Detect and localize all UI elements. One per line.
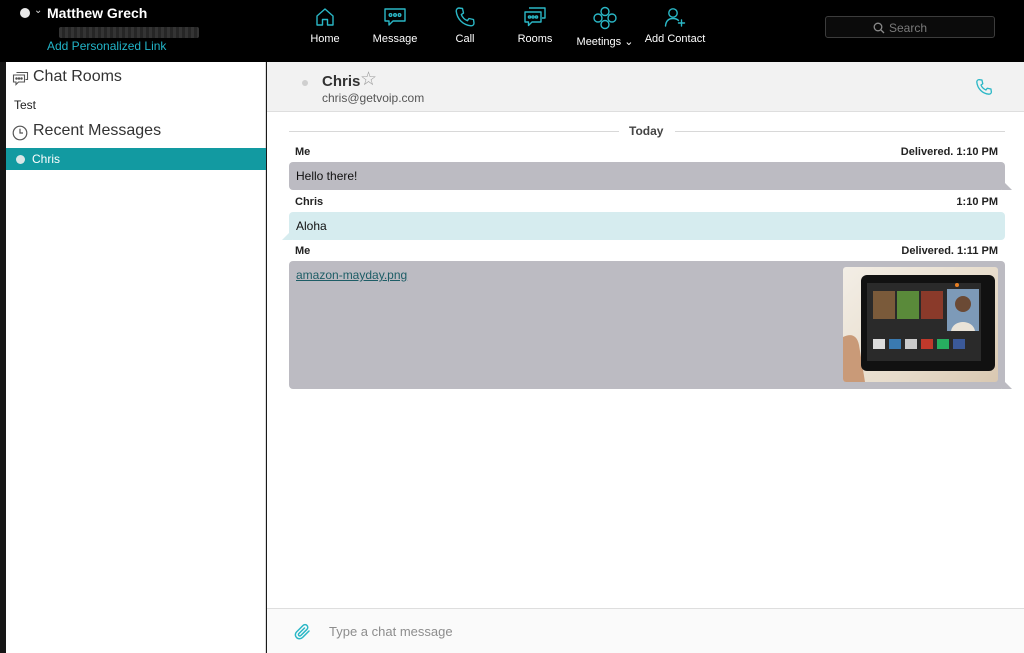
nav-message-label: Message — [372, 33, 418, 45]
message-meta: Me Delivered. 1:10 PM — [295, 146, 998, 160]
message-text: Aloha — [296, 219, 327, 233]
message-timestamp: Delivered. 1:11 PM — [901, 245, 998, 257]
paperclip-icon — [294, 623, 310, 640]
attachment-thumbnail[interactable] — [843, 267, 998, 382]
add-personalized-link[interactable]: Add Personalized Link — [47, 39, 166, 53]
chevron-down-icon[interactable]: ⌄ — [34, 5, 42, 16]
conversation-panel: Chris ☆ chris@getvoip.com Today Me Deliv… — [267, 62, 1024, 653]
message-timestamp: Delivered. 1:10 PM — [900, 146, 998, 158]
presence-status-icon[interactable] — [20, 8, 30, 18]
nav-call-label: Call — [455, 33, 475, 45]
nav-add-contact-label: Add Contact — [644, 33, 706, 45]
day-divider: Today — [289, 124, 1005, 138]
room-item-test[interactable]: Test — [14, 98, 36, 112]
add-contact-icon — [664, 8, 686, 27]
conversation-header: Chris ☆ chris@getvoip.com — [267, 62, 1024, 112]
nav-meetings[interactable]: Meetings ⌄ — [565, 4, 645, 58]
attachment-link[interactable]: amazon-mayday.png — [296, 268, 407, 282]
redacted-extension — [59, 27, 199, 38]
message-sender: Me — [295, 245, 311, 257]
phone-icon — [976, 78, 993, 95]
recent-messages-title: Recent Messages — [33, 122, 162, 139]
nav-meetings-label: Meetings ⌄ — [576, 36, 634, 48]
nav-home[interactable]: Home — [285, 4, 365, 58]
user-block: ⌄ Matthew Grech Add Personalized Link — [20, 5, 220, 57]
clock-icon — [12, 125, 28, 141]
bubble-tail — [1002, 180, 1012, 190]
recent-item-chris[interactable]: Chris — [6, 148, 266, 170]
bubble-tail — [1002, 379, 1012, 389]
top-bar: ⌄ Matthew Grech Add Personalized Link Ho… — [0, 0, 1024, 62]
chat-rooms-title: Chat Rooms — [33, 68, 122, 85]
tablet-image — [843, 275, 995, 382]
contact-name: Chris — [322, 73, 361, 90]
search-input[interactable]: Search — [825, 16, 995, 38]
nav-message[interactable]: Message — [355, 4, 435, 58]
sidebar: Chat Rooms Test Recent Messages Chris — [6, 62, 266, 653]
divider-line — [289, 131, 619, 132]
search-placeholder: Search — [889, 21, 928, 35]
rooms-icon — [524, 7, 546, 27]
message-timestamp: 1:10 PM — [956, 196, 998, 208]
divider-line — [675, 131, 1005, 132]
message-sender: Me — [295, 146, 311, 158]
home-icon — [316, 8, 334, 26]
message-icon — [384, 8, 406, 26]
nav-rooms-label: Rooms — [517, 33, 553, 45]
attach-file-button[interactable] — [294, 623, 312, 646]
message-text: Hello there! — [296, 169, 358, 183]
user-name[interactable]: Matthew Grech — [47, 5, 147, 21]
contact-presence-icon — [302, 80, 308, 86]
nav-add-contact[interactable]: Add Contact — [635, 4, 715, 58]
message-composer — [267, 608, 1024, 653]
nav-home-label: Home — [310, 33, 340, 45]
presence-dot-icon — [16, 155, 25, 164]
nav-call[interactable]: Call — [425, 4, 505, 58]
message-bubble[interactable]: Hello there! — [289, 162, 1012, 190]
message-meta: Chris 1:10 PM — [295, 196, 998, 210]
meetings-icon — [593, 6, 617, 30]
search-icon — [873, 22, 885, 34]
day-label: Today — [629, 124, 664, 138]
chat-message-input[interactable] — [329, 619, 969, 643]
contact-email: chris@getvoip.com — [322, 91, 425, 105]
recent-item-label: Chris — [32, 152, 61, 166]
chat-rooms-icon — [12, 71, 29, 86]
favorite-star-icon[interactable]: ☆ — [360, 70, 377, 89]
nav-rooms[interactable]: Rooms — [495, 4, 575, 58]
bubble-tail — [282, 230, 292, 240]
message-bubble[interactable]: amazon-mayday.png — [289, 261, 1012, 389]
call-contact-button[interactable] — [975, 78, 993, 101]
message-sender: Chris — [295, 196, 324, 208]
message-bubble[interactable]: Aloha — [282, 212, 1005, 240]
phone-icon — [455, 7, 475, 27]
message-meta: Me Delivered. 1:11 PM — [295, 245, 998, 259]
